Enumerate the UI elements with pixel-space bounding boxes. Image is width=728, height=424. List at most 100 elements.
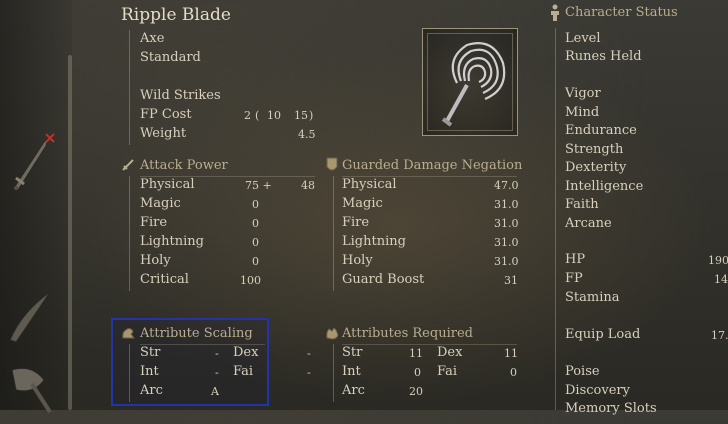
status-equip-load-value: 17.	[711, 329, 728, 342]
ap-label-fire: Fire	[140, 215, 168, 230]
weapon-preview	[422, 28, 518, 136]
required-rule	[342, 344, 517, 345]
scaling-divider	[129, 344, 130, 402]
details-divider	[129, 30, 130, 145]
guard-value-fire: 31.0	[494, 217, 519, 230]
ap-value-magic: 0	[252, 198, 259, 211]
guard-value-lightning: 31.0	[494, 236, 519, 249]
weapon-skill: Wild Strikes	[140, 88, 221, 103]
status-hp-value: 190	[708, 254, 728, 267]
required-arc-value: 20	[409, 385, 423, 398]
weapon-type: Axe	[140, 31, 165, 46]
guard-value-physical: 47.0	[494, 179, 519, 192]
status-hp-label: HP	[565, 252, 586, 267]
ap-value-holy: 0	[252, 255, 259, 268]
status-level: Level	[565, 31, 601, 46]
required-fai-value: 0	[510, 366, 517, 379]
scaling-int-label: Int	[140, 364, 159, 379]
required-dex-value: 11	[504, 347, 518, 360]
sword-icon	[122, 159, 134, 171]
ap-value-physical: 75 +	[245, 179, 272, 192]
remove-x-icon[interactable]	[44, 132, 56, 144]
guard-value-holy: 31.0	[494, 255, 519, 268]
shield-icon	[326, 157, 338, 171]
required-divider	[333, 344, 334, 402]
guard-label-fire: Fire	[342, 215, 370, 230]
status-mind: Mind	[565, 105, 600, 120]
fp-cost-b: 10	[267, 109, 281, 122]
weight-label: Weight	[140, 126, 187, 141]
status-discovery: Discovery	[565, 383, 630, 398]
guard-label-holy: Holy	[342, 253, 373, 268]
ap-value-lightning: 0	[252, 236, 259, 249]
status-equip-load-label: Equip Load	[565, 327, 641, 342]
ap-value-fire: 0	[252, 217, 259, 230]
ap-value-critical: 100	[240, 274, 261, 287]
attack-divider	[129, 176, 130, 291]
guard-value-magic: 31.0	[494, 198, 519, 211]
status-strength: Strength	[565, 142, 624, 157]
fp-cost-label: FP Cost	[140, 107, 192, 122]
weapon-list	[0, 0, 72, 410]
scaling-arc-label: Arc	[140, 383, 163, 398]
status-runes-held: Runes Held	[565, 49, 642, 64]
ap-label-physical: Physical	[140, 177, 195, 192]
status-divider	[555, 28, 556, 410]
guard-label-guard-boost: Guard Boost	[342, 272, 425, 287]
guard-header: Guarded Damage Negation	[342, 158, 523, 173]
status-stamina: Stamina	[565, 290, 620, 305]
guard-label-magic: Magic	[342, 196, 383, 211]
ap-label-holy: Holy	[140, 253, 171, 268]
weapon-name: Ripple Blade	[121, 5, 231, 25]
fp-cost-c: 15	[294, 109, 308, 122]
status-vigor: Vigor	[565, 86, 601, 101]
fp-cost-open: (	[255, 109, 260, 122]
weapon-slot-axe[interactable]	[4, 360, 60, 424]
scaling-dex-label: Dex	[233, 345, 259, 360]
ripple-blade-icon	[441, 42, 506, 127]
axe-icon	[11, 367, 52, 414]
ap-label-magic: Magic	[140, 196, 181, 211]
guard-divider	[333, 176, 334, 291]
weight-value: 4.5	[298, 128, 316, 141]
scaling-str-label: Str	[140, 345, 161, 360]
guard-label-lightning: Lightning	[342, 234, 406, 249]
status-arcane: Arcane	[565, 216, 612, 231]
weapon-slot-dagger[interactable]	[4, 128, 60, 192]
guard-label-physical: Physical	[342, 177, 397, 192]
required-header: Attributes Required	[342, 326, 473, 341]
status-header: Character Status	[565, 5, 678, 20]
weapon-slot-curved-sword[interactable]	[4, 282, 60, 346]
status-dexterity: Dexterity	[565, 160, 627, 175]
required-str-value: 11	[409, 347, 423, 360]
scaling-arc-value: A	[211, 385, 219, 398]
status-poise: Poise	[565, 364, 600, 379]
required-int-value: 0	[414, 366, 421, 379]
weapon-attack-type: Standard	[140, 50, 201, 65]
ap-bonus-physical: 48	[301, 179, 315, 192]
attack-power-header: Attack Power	[140, 158, 228, 173]
hand-icon	[326, 327, 339, 340]
required-str-label: Str	[342, 345, 363, 360]
status-memory-slots: Memory Slots	[565, 401, 657, 416]
scaling-dex-value: -	[307, 347, 311, 360]
ap-label-critical: Critical	[140, 272, 189, 287]
required-fai-label: Fai	[437, 364, 458, 379]
scaling-fai-value: -	[307, 366, 311, 379]
ap-label-lightning: Lightning	[140, 234, 204, 249]
person-icon	[551, 4, 559, 21]
guard-value-guard-boost: 31	[504, 274, 518, 287]
arm-flex-icon	[122, 328, 135, 339]
scaling-str-value: -	[215, 347, 219, 360]
fp-cost-close: )	[309, 109, 314, 122]
status-intelligence: Intelligence	[565, 179, 644, 194]
curved-sword-icon	[9, 291, 51, 343]
required-dex-label: Dex	[437, 345, 463, 360]
status-endurance: Endurance	[565, 123, 637, 138]
required-int-label: Int	[342, 364, 361, 379]
status-fp-value: 14	[714, 273, 728, 286]
scaling-header: Attribute Scaling	[140, 326, 253, 341]
weapon-list-scrollbar[interactable]	[68, 55, 72, 410]
scaling-fai-label: Fai	[233, 364, 254, 379]
status-faith: Faith	[565, 197, 599, 212]
